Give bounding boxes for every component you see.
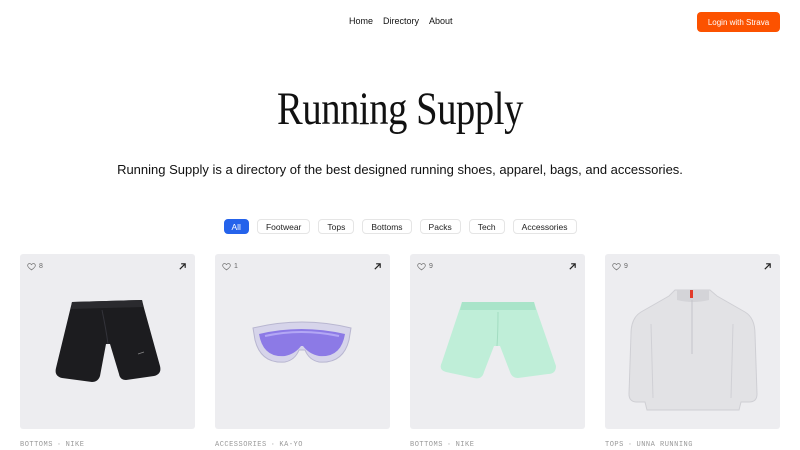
filter-footwear[interactable]: Footwear [256, 219, 311, 234]
product-card[interactable]: 8 [20, 254, 195, 429]
product-card[interactable]: 9 [410, 254, 585, 429]
purple-shield-sunglasses-image [252, 321, 352, 363]
product-card[interactable]: 1 [215, 254, 390, 429]
filter-all[interactable]: All [223, 219, 249, 234]
nav-link-directory[interactable]: Directory [383, 16, 419, 26]
page-subtitle: Running Supply is a directory of the bes… [117, 162, 683, 177]
filter-tops[interactable]: Tops [318, 219, 355, 234]
login-with-strava-button[interactable]: Login with Strava [697, 12, 780, 32]
like-count-value: 9 [624, 263, 628, 270]
external-link-arrow-icon[interactable] [763, 262, 772, 271]
product-brand: NIKE [455, 441, 475, 449]
filter-tech[interactable]: Tech [468, 219, 505, 234]
heart-icon [222, 263, 231, 271]
external-link-arrow-icon[interactable] [178, 262, 187, 271]
like-count[interactable]: 9 [612, 262, 628, 271]
like-count-value: 9 [429, 263, 433, 270]
filter-bottoms[interactable]: Bottoms [362, 219, 412, 234]
product-meta: BOTTOMS · NIKE [410, 441, 475, 449]
nav-links: Home Directory About [349, 16, 453, 26]
product-brand: NIKE [65, 441, 85, 449]
filter-accessories[interactable]: Accessories [512, 219, 577, 234]
product-brand: KA-YO [279, 441, 303, 449]
product-meta: ACCESSORIES · KA-YO [215, 441, 303, 449]
external-link-arrow-icon[interactable] [568, 262, 577, 271]
product-card[interactable]: 9 [605, 254, 780, 429]
product-category: BOTTOMS [410, 441, 443, 449]
like-count-value: 8 [39, 263, 43, 270]
like-count-value: 1 [234, 263, 238, 270]
product-meta: TOPS · UNNA RUNNING [605, 441, 693, 449]
like-count[interactable]: 8 [27, 262, 43, 271]
product-category: TOPS [605, 441, 624, 449]
page-title: Running Supply [277, 83, 523, 135]
black-running-shorts-image [55, 300, 161, 382]
nav-link-home[interactable]: Home [349, 16, 373, 26]
like-count[interactable]: 9 [417, 262, 433, 271]
top-nav: Home Directory About Login with Strava [0, 0, 800, 44]
grey-half-zip-jacket-image [628, 289, 758, 411]
category-filters: All Footwear Tops Bottoms Packs Tech Acc… [0, 219, 800, 234]
product-category: ACCESSORIES [215, 441, 267, 449]
heart-icon [417, 263, 426, 271]
product-brand: UNNA RUNNING [636, 441, 693, 449]
external-link-arrow-icon[interactable] [373, 262, 382, 271]
nav-link-about[interactable]: About [429, 16, 453, 26]
filter-packs[interactable]: Packs [419, 219, 461, 234]
heart-icon [612, 263, 621, 271]
product-category: BOTTOMS [20, 441, 53, 449]
like-count[interactable]: 1 [222, 262, 238, 271]
heart-icon [27, 263, 36, 271]
mint-running-shorts-image [440, 302, 556, 379]
product-meta: BOTTOMS · NIKE [20, 441, 85, 449]
